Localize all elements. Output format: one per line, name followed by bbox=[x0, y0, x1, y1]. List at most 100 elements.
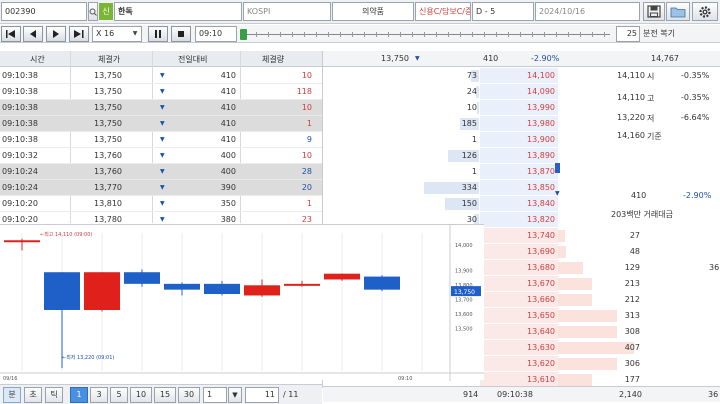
period-15-button[interactable]: 15 bbox=[154, 387, 176, 403]
rewind-start-button[interactable] bbox=[1, 26, 21, 42]
bid-price-cell[interactable]: 13,630 bbox=[480, 340, 558, 356]
ask-price-cell[interactable]: 14,100 bbox=[480, 68, 558, 84]
trade-volume: 10 bbox=[301, 151, 312, 160]
bid-price-cell[interactable]: 13,690 bbox=[480, 244, 558, 260]
replay-minutes-input[interactable]: 25 bbox=[616, 26, 640, 42]
bid-price-cell[interactable]: 13,620 bbox=[480, 356, 558, 372]
page-input[interactable]: 11 bbox=[245, 387, 279, 403]
ask-row[interactable]: 24 14,090 bbox=[323, 84, 720, 100]
candle-body bbox=[84, 272, 120, 310]
candlestick-chart[interactable]: 13,90013,80013,70013,60013,50014,00013,7… bbox=[0, 225, 484, 382]
period-1-button[interactable]: 1 bbox=[70, 387, 88, 403]
second-button[interactable]: 초 bbox=[24, 387, 42, 403]
ask-price-cell[interactable]: 13,890 bbox=[480, 148, 558, 164]
price-chart[interactable]: 13,900 13,800 13,700 13,600 13,500 14,000 13,7… bbox=[0, 224, 484, 382]
tick-button[interactable]: 틱 bbox=[45, 387, 63, 403]
trade-price: 13,810 bbox=[94, 199, 122, 208]
trade-time: 09:10:20 bbox=[2, 215, 38, 224]
trade-price: 13,770 bbox=[94, 183, 122, 192]
table-row[interactable]: 09:10:38 13,750 ▼ 410 118 bbox=[0, 84, 322, 100]
settings-button[interactable] bbox=[692, 2, 718, 21]
ask-price-cell[interactable]: 13,840 bbox=[480, 196, 558, 212]
table-row[interactable]: 09:10:38 13,750 ▼ 410 10 bbox=[0, 68, 322, 84]
header-right-value: 14,767 bbox=[651, 54, 679, 63]
trade-time: 09:10:24 bbox=[2, 167, 38, 176]
bid-price-cell[interactable]: 13,670 bbox=[480, 276, 558, 292]
ask-row[interactable]: 1 13,870 bbox=[323, 164, 720, 180]
bid-quantity: 27 bbox=[629, 231, 640, 240]
stock-code-input[interactable]: 002390 bbox=[1, 2, 87, 21]
next-button[interactable] bbox=[46, 26, 66, 42]
ask-row[interactable]: 10 13,990 bbox=[323, 100, 720, 116]
count-input[interactable]: 1 bbox=[203, 387, 227, 403]
time-slider[interactable] bbox=[240, 29, 612, 40]
count-dropdown[interactable]: ▼ bbox=[228, 387, 242, 403]
ask-quantity-cell: 150 bbox=[323, 196, 479, 212]
table-row[interactable]: 09:10:38 13,750 ▼ 410 1 bbox=[0, 116, 322, 132]
credit-tag: 신 bbox=[99, 3, 113, 20]
slider-thumb[interactable] bbox=[240, 29, 247, 40]
trade-volume: 20 bbox=[301, 183, 312, 192]
bid-price-cell[interactable]: 13,650 bbox=[480, 308, 558, 324]
ask-row[interactable]: 185 13,980 bbox=[323, 116, 720, 132]
period-field[interactable]: D - 5 bbox=[472, 2, 534, 21]
table-row[interactable]: 09:10:38 13,750 ▼ 410 9 bbox=[0, 132, 322, 148]
save-button[interactable] bbox=[643, 2, 665, 21]
table-row[interactable]: 09:10:24 13,770 ▼ 390 20 bbox=[0, 180, 322, 196]
ask-price-cell[interactable]: 13,990 bbox=[480, 100, 558, 116]
high-rate: -0.35% bbox=[681, 93, 710, 102]
bid-quantity-cell: 27 bbox=[558, 228, 642, 244]
trade-volume: 28 bbox=[301, 167, 312, 176]
ask-price-cell[interactable]: 13,820 bbox=[480, 212, 558, 228]
ask-quantity: 185 bbox=[461, 119, 477, 128]
bid-price-cell[interactable]: 13,680 bbox=[480, 260, 558, 276]
period-5-button[interactable]: 5 bbox=[110, 387, 128, 403]
table-row[interactable]: 09:10:24 13,760 ▼ 400 28 bbox=[0, 164, 322, 180]
trade-change: 410 bbox=[220, 135, 236, 144]
low-marker: ←최저 13,220 (09:01) bbox=[62, 354, 114, 361]
search-button[interactable] bbox=[88, 2, 98, 21]
ask-price: 14,100 bbox=[527, 71, 555, 80]
table-row[interactable]: 09:10:38 13,750 ▼ 410 10 bbox=[0, 100, 322, 116]
slider-tick bbox=[580, 32, 581, 37]
bid-price-cell[interactable]: 13,640 bbox=[480, 324, 558, 340]
ask-row[interactable]: 73 14,100 bbox=[323, 68, 720, 84]
pause-button[interactable] bbox=[148, 26, 168, 42]
open-folder-button[interactable] bbox=[666, 2, 690, 21]
ask-quantity-cell: 185 bbox=[323, 116, 479, 132]
ask-price-cell[interactable]: 14,090 bbox=[480, 84, 558, 100]
down-arrow-icon: ▼ bbox=[160, 184, 165, 191]
ask-row[interactable]: 126 13,890 bbox=[323, 148, 720, 164]
ask-price: 13,900 bbox=[527, 135, 555, 144]
replay-label: 분전 복기 bbox=[643, 29, 675, 38]
trade-time: 09:10:38 bbox=[2, 87, 38, 96]
ask-price-cell[interactable]: 13,870 bbox=[480, 164, 558, 180]
ask-row[interactable]: 334 13,850 bbox=[323, 180, 720, 196]
bid-price-cell[interactable]: 13,660 bbox=[480, 292, 558, 308]
down-arrow-icon: ▼ bbox=[160, 152, 165, 159]
forward-end-button[interactable] bbox=[69, 26, 89, 42]
period-3-button[interactable]: 3 bbox=[90, 387, 108, 403]
x-tick-label: 09/16 bbox=[3, 376, 17, 381]
ask-price-cell[interactable]: 13,850 bbox=[480, 180, 558, 196]
ask-quantity-cell: 24 bbox=[323, 84, 479, 100]
slider-track bbox=[242, 34, 610, 35]
down-arrow-icon: ▼ bbox=[415, 55, 420, 62]
bid-price-cell[interactable]: 13,740 bbox=[480, 228, 558, 244]
folder-icon bbox=[670, 7, 686, 18]
down-arrow-icon: ▼ bbox=[160, 216, 165, 223]
trade-rows: 09:10:38 13,750 ▼ 410 10 09:10:38 13,750 ▼ 410 11… bbox=[0, 68, 322, 228]
table-row[interactable]: 09:10:32 13,760 ▼ 400 10 bbox=[0, 148, 322, 164]
time-input[interactable]: 09:10 bbox=[195, 26, 237, 42]
period-30-button[interactable]: 30 bbox=[178, 387, 200, 403]
ask-price-cell[interactable]: 13,900 bbox=[480, 132, 558, 148]
speed-select[interactable]: X 16 ▼ bbox=[92, 26, 142, 42]
date-field[interactable]: 2024/10/16 bbox=[535, 2, 640, 21]
minute-button[interactable]: 분 bbox=[3, 387, 21, 403]
stop-button[interactable] bbox=[171, 26, 191, 42]
order-book-footer: 914 09:10:38 2,140 36 bbox=[323, 386, 720, 402]
prev-button[interactable] bbox=[23, 26, 43, 42]
table-row[interactable]: 09:10:20 13,810 ▼ 350 1 bbox=[0, 196, 322, 212]
ask-price-cell[interactable]: 13,980 bbox=[480, 116, 558, 132]
period-10-button[interactable]: 10 bbox=[130, 387, 152, 403]
